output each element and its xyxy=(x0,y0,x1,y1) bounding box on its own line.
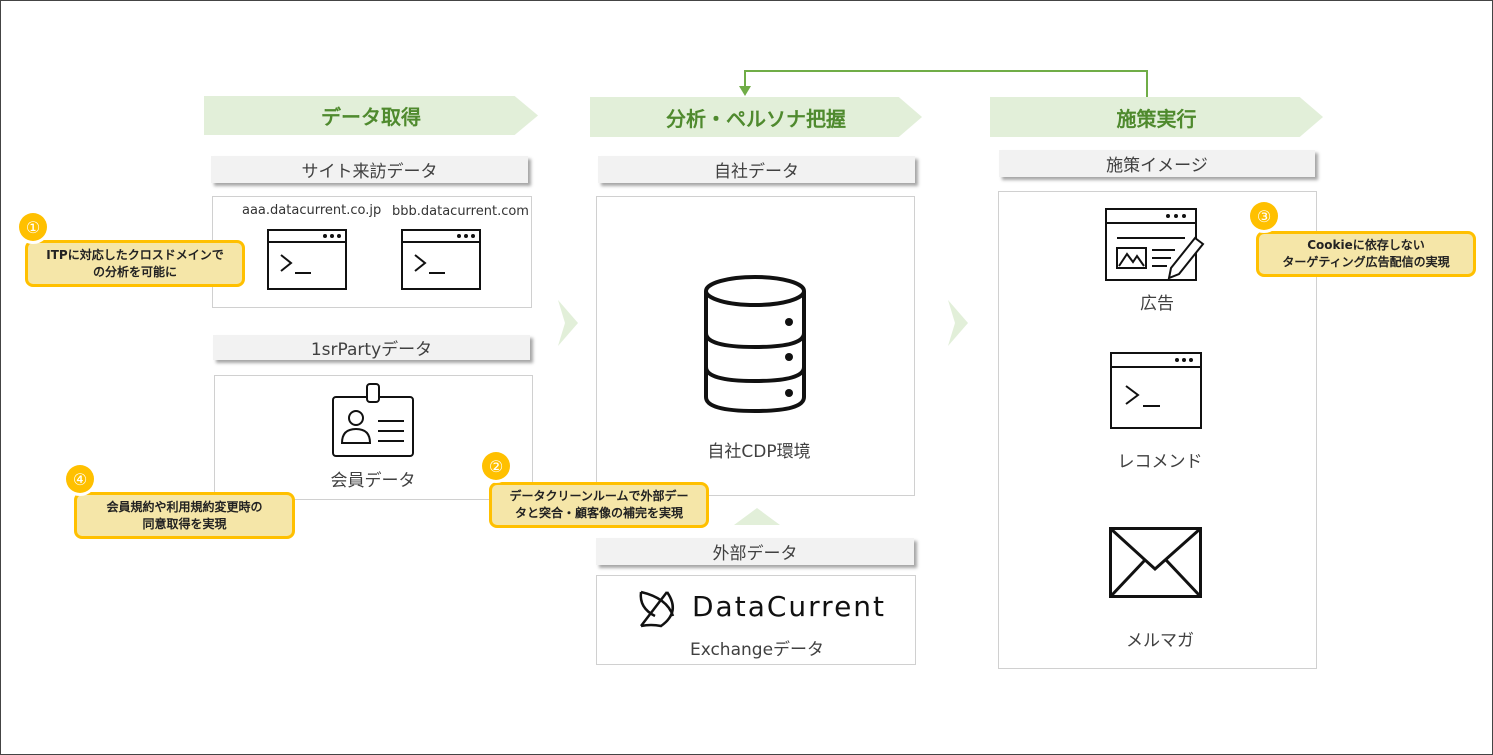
ad-editor-icon xyxy=(1105,208,1205,281)
callout-1: ITPに対応したクロスドメインで の分析を可能に xyxy=(25,240,245,287)
callout-2: データクリーンルームで外部デー タと突合・顧客像の補完を実現 xyxy=(489,482,709,528)
section-first-party: 1srPartyデータ xyxy=(213,335,530,360)
datacurrent-logo-text: DataCurrent xyxy=(692,590,887,623)
section-measures: 施策イメージ xyxy=(999,150,1315,177)
exchange-data-label: Exchangeデータ xyxy=(689,640,825,660)
datacurrent-logo-icon xyxy=(639,590,675,628)
cdp-label: 自社CDP環境 xyxy=(707,442,811,462)
callout-4: 会員規約や利用規約変更時の 同意取得を実現 xyxy=(74,492,295,539)
section-external: 外部データ xyxy=(596,538,914,565)
terminal-icon xyxy=(401,229,481,290)
mail-icon xyxy=(1109,527,1202,598)
callout-4-number: ④ xyxy=(66,465,94,493)
callout-1-number: ① xyxy=(19,213,47,241)
callout-3-number: ③ xyxy=(1250,202,1278,230)
domain-label-2: bbb.datacurrent.com xyxy=(392,204,529,219)
stage-data-acquisition: データ取得 xyxy=(204,96,538,135)
section-site-visit: サイト来訪データ xyxy=(211,156,528,183)
up-arrow xyxy=(734,508,780,525)
stage-analysis: 分析・ペルソナ把握 xyxy=(590,97,922,137)
callout-1-text: ITPに対応したクロスドメインで の分析を可能に xyxy=(46,247,224,279)
terminal-icon xyxy=(267,229,347,290)
callout-4-text: 会員規約や利用規約変更時の 同意取得を実現 xyxy=(106,499,263,531)
callout-2-text: データクリーンルームで外部デー タと突合・顧客像の補完を実現 xyxy=(509,489,689,520)
callout-3-text: Cookieに依存しない ターゲティング広告配信の実現 xyxy=(1282,238,1450,269)
section-own-data: 自社データ xyxy=(598,156,915,183)
recommend-terminal-icon xyxy=(1110,352,1202,429)
callout-3: Cookieに依存しない ターゲティング広告配信の実現 xyxy=(1256,231,1476,277)
domain-label-1: aaa.datacurrent.co.jp xyxy=(242,203,382,218)
mailmag-label: メルマガ xyxy=(1126,631,1194,651)
database-icon xyxy=(704,275,806,414)
id-card-icon xyxy=(332,383,414,457)
member-data-label: 会員データ xyxy=(330,471,416,491)
stage-execution: 施策実行 xyxy=(990,97,1323,137)
ad-label: 広告 xyxy=(1140,294,1174,314)
callout-2-number: ② xyxy=(482,452,510,480)
recommend-label: レコメンド xyxy=(1117,452,1203,472)
